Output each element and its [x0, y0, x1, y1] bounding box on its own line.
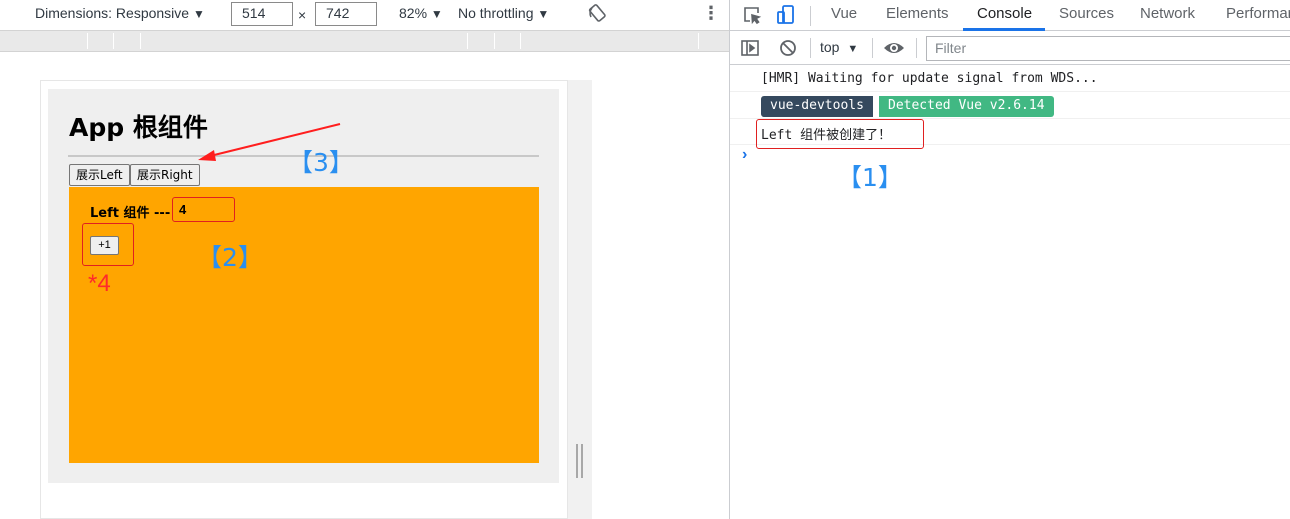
vue-version-badge: Detected Vue v2.6.14 [879, 96, 1054, 117]
tab-network[interactable]: Network [1140, 5, 1195, 22]
console-toolbar: top ▼ Filter [730, 32, 1290, 65]
tab-console[interactable]: Console [977, 5, 1032, 22]
clear-console-icon[interactable] [778, 38, 798, 58]
console-filter-input[interactable]: Filter [926, 36, 1290, 61]
sidebar-toggle-icon[interactable] [740, 38, 760, 58]
annotation-label-1: 【1】 [837, 163, 903, 192]
device-toggle-icon[interactable] [776, 4, 796, 26]
context-value: top [820, 39, 840, 55]
tab-elements[interactable]: Elements [886, 5, 949, 22]
devtools-panel: Vue Elements Console Sources Network Per… [729, 0, 1290, 519]
log-annotation-box [756, 119, 924, 149]
tab-performance[interactable]: Performar [1226, 5, 1290, 22]
tab-sources[interactable]: Sources [1059, 5, 1114, 22]
context-selector[interactable]: top ▼ [820, 39, 858, 55]
inspect-element-icon[interactable] [742, 5, 762, 25]
live-expression-eye-icon[interactable] [882, 39, 906, 57]
annotation-arrow-icon [198, 123, 341, 161]
active-tab-indicator [963, 28, 1045, 31]
device-emulation-pane: Dimensions: Responsive ▼ 514 × 742 82% ▼… [0, 0, 729, 519]
chevron-down-icon: ▼ [847, 43, 859, 55]
vue-devtools-badge: vue-devtools [761, 96, 873, 117]
console-message-hmr: [HMR] Waiting for update signal from WDS… [730, 66, 1290, 92]
devtools-tabbar: Vue Elements Console Sources Network Per… [730, 0, 1290, 31]
console-prompt-icon[interactable]: › [742, 146, 747, 164]
tab-vue[interactable]: Vue [831, 5, 857, 22]
